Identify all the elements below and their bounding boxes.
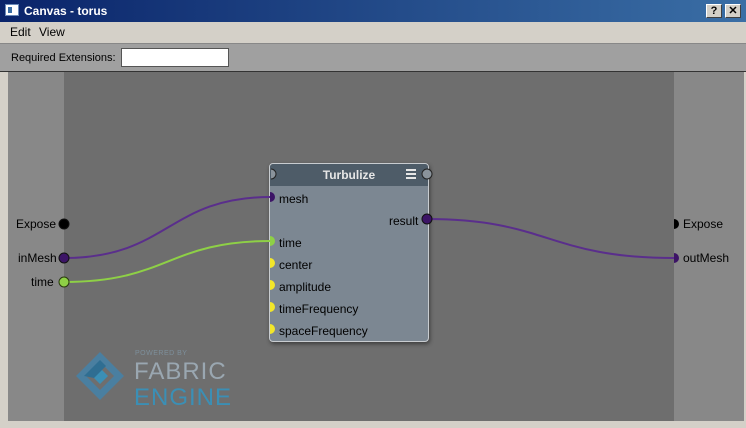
node-exec-out-port[interactable]	[421, 168, 433, 180]
left-port-expose[interactable]	[58, 218, 70, 230]
node-input-time-port[interactable]	[270, 236, 275, 246]
graph-canvas[interactable]: Expose inMesh time Expose outMesh Turbul…	[8, 72, 744, 421]
right-port-expose[interactable]	[674, 219, 679, 229]
close-button[interactable]: ✕	[725, 4, 741, 18]
extensions-toolbar: Required Extensions:	[0, 43, 746, 72]
menu-edit[interactable]: Edit	[10, 25, 31, 39]
node-output-result-port[interactable]	[421, 213, 433, 225]
wire-inmesh-to-mesh	[63, 196, 272, 259]
help-button[interactable]: ?	[706, 4, 722, 18]
wire-result-to-outmesh	[426, 218, 675, 259]
menu-bar: Edit View	[0, 22, 746, 42]
right-port-outmesh[interactable]	[674, 253, 679, 263]
node-input-timefrequency-port[interactable]	[270, 302, 275, 312]
left-port-inmesh[interactable]	[58, 252, 70, 264]
menu-view[interactable]: View	[39, 25, 65, 39]
node-exec-in-port[interactable]	[270, 168, 277, 180]
wire-time-to-time	[63, 240, 272, 283]
logo-fabric-text: FABRIC	[134, 358, 227, 385]
required-extensions-input[interactable]	[121, 48, 229, 67]
node-input-mesh-port[interactable]	[270, 192, 275, 202]
node-input-center-port[interactable]	[270, 258, 275, 268]
required-extensions-label: Required Extensions:	[11, 52, 116, 64]
node-input-spacefrequency-port[interactable]	[270, 324, 275, 334]
logo-engine-text: ENGINE	[134, 384, 233, 411]
powered-by-text: POWERED BY	[135, 350, 188, 357]
app-icon	[5, 4, 19, 16]
node-input-amplitude-port[interactable]	[270, 280, 275, 290]
left-port-time[interactable]	[58, 276, 70, 288]
fabric-engine-logo: POWERED BY FABRIC ENGINE	[74, 350, 231, 411]
window-title: Canvas - torus	[24, 4, 108, 18]
window-title-bar[interactable]: Canvas - torus ? ✕	[0, 0, 746, 22]
fabric-engine-logo-icon	[76, 352, 124, 400]
